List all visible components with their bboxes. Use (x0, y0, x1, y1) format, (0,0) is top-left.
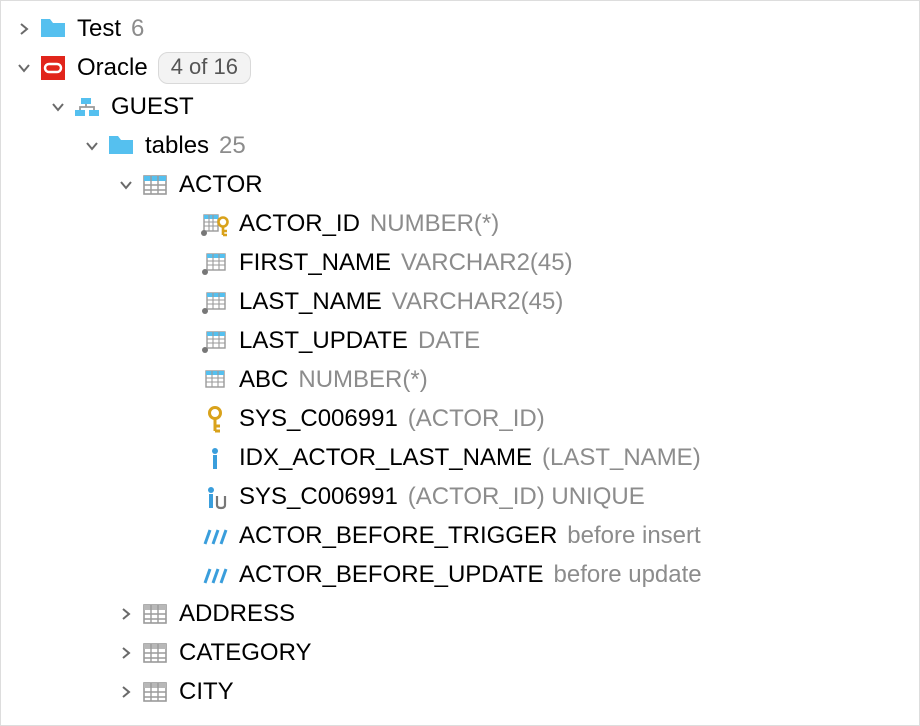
chevron-right-icon[interactable] (115, 603, 137, 625)
tree-item-column-last-update[interactable]: LAST_UPDATE DATE (1, 321, 919, 360)
tree-item-tables[interactable]: tables 25 (1, 126, 919, 165)
tree-item-table-actor[interactable]: ACTOR (1, 165, 919, 204)
column-type: VARCHAR2(45) (401, 249, 573, 277)
tree-item-column-abc[interactable]: ABC NUMBER(*) (1, 360, 919, 399)
tree-item-count: 6 (131, 15, 144, 43)
table-icon (141, 600, 169, 628)
tree-item-table-city[interactable]: CITY (1, 672, 919, 711)
chevron-down-icon[interactable] (13, 57, 35, 79)
trigger-meta: before update (554, 561, 702, 589)
folder-icon (39, 15, 67, 43)
trigger-icon (201, 522, 229, 550)
tree-item-table-category[interactable]: CATEGORY (1, 633, 919, 672)
folder-icon (107, 132, 135, 160)
count-badge: 4 of 16 (158, 52, 251, 84)
chevron-down-icon[interactable] (47, 96, 69, 118)
tree-item-column-last-name[interactable]: LAST_NAME VARCHAR2(45) (1, 282, 919, 321)
table-icon (141, 639, 169, 667)
trigger-meta: before insert (567, 522, 700, 550)
chevron-down-icon[interactable] (81, 135, 103, 157)
tree-item-primary-key[interactable]: SYS_C006991 (ACTOR_ID) (1, 399, 919, 438)
tree-item-label: Test (77, 15, 121, 43)
column-type: DATE (418, 327, 480, 355)
column-type: VARCHAR2(45) (392, 288, 564, 316)
tree-item-label: SYS_C006991 (239, 405, 398, 433)
chevron-right-icon[interactable] (115, 642, 137, 664)
tree-item-label: ADDRESS (179, 600, 295, 628)
column-type: NUMBER(*) (298, 366, 427, 394)
tree-item-label: ACTOR (179, 171, 263, 199)
tree-item-label: CITY (179, 678, 234, 706)
tree-item-label: tables (145, 132, 209, 160)
tree-item-label: CATEGORY (179, 639, 311, 667)
tree-item-label: IDX_ACTOR_LAST_NAME (239, 444, 532, 472)
trigger-icon (201, 561, 229, 589)
tree-item-column-actor-id[interactable]: ACTOR_ID NUMBER(*) (1, 204, 919, 243)
index-meta: (ACTOR_ID) UNIQUE (408, 483, 645, 511)
column-type: NUMBER(*) (370, 210, 499, 238)
column-notnull-icon (201, 249, 229, 277)
table-icon (141, 678, 169, 706)
tree-item-label: LAST_UPDATE (239, 327, 408, 355)
tree-item-label: ACTOR_ID (239, 210, 360, 238)
chevron-right-icon[interactable] (13, 18, 35, 40)
tree-item-label: Oracle (77, 54, 148, 82)
column-pk-icon (201, 210, 229, 238)
tree-item-oracle[interactable]: Oracle 4 of 16 (1, 48, 919, 87)
table-icon (141, 171, 169, 199)
tree-item-trigger[interactable]: ACTOR_BEFORE_TRIGGER before insert (1, 516, 919, 555)
tree-item-table-address[interactable]: ADDRESS (1, 594, 919, 633)
tree-item-test[interactable]: Test 6 (1, 9, 919, 48)
index-unique-icon (201, 483, 229, 511)
tree-item-label: FIRST_NAME (239, 249, 391, 277)
tree-item-label: SYS_C006991 (239, 483, 398, 511)
key-icon (201, 405, 229, 433)
chevron-right-icon[interactable] (115, 681, 137, 703)
tree-item-label: ABC (239, 366, 288, 394)
oracle-icon (39, 54, 67, 82)
tree-item-column-first-name[interactable]: FIRST_NAME VARCHAR2(45) (1, 243, 919, 282)
tree-item-schema-guest[interactable]: GUEST (1, 87, 919, 126)
tree-item-label: ACTOR_BEFORE_TRIGGER (239, 522, 557, 550)
tree-item-trigger[interactable]: ACTOR_BEFORE_UPDATE before update (1, 555, 919, 594)
chevron-down-icon[interactable] (115, 174, 137, 196)
index-meta: (LAST_NAME) (542, 444, 701, 472)
tree-item-label: LAST_NAME (239, 288, 382, 316)
schema-icon (73, 93, 101, 121)
tree-item-label: GUEST (111, 93, 194, 121)
tree-item-label: ACTOR_BEFORE_UPDATE (239, 561, 544, 589)
column-icon (201, 366, 229, 394)
tree-item-index[interactable]: IDX_ACTOR_LAST_NAME (LAST_NAME) (1, 438, 919, 477)
key-meta: (ACTOR_ID) (408, 405, 545, 433)
column-notnull-icon (201, 327, 229, 355)
tree-item-unique-index[interactable]: SYS_C006991 (ACTOR_ID) UNIQUE (1, 477, 919, 516)
column-notnull-icon (201, 288, 229, 316)
tree-item-count: 25 (219, 132, 246, 160)
index-icon (201, 444, 229, 472)
